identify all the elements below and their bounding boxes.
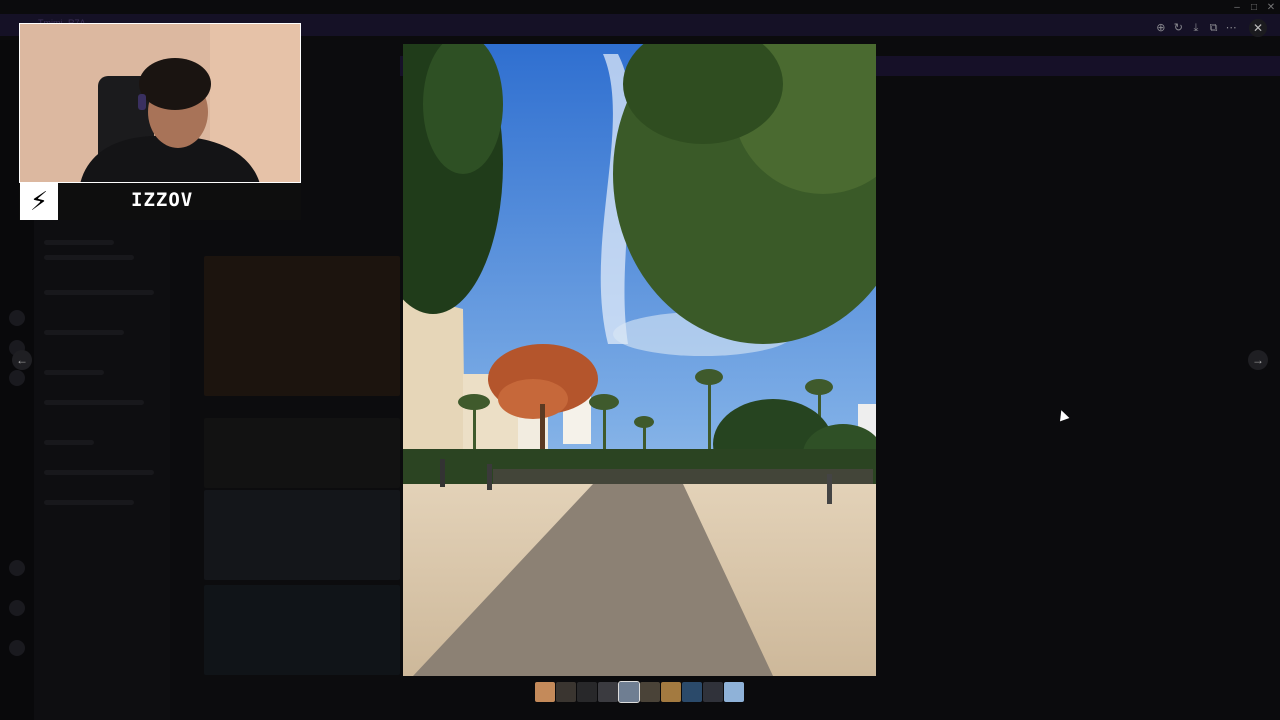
streamer-video <box>20 24 300 182</box>
channel-row <box>44 400 144 405</box>
channel-row <box>44 240 114 245</box>
thumbnail-strip <box>535 681 744 703</box>
window-close-button[interactable]: ✕ <box>1264 2 1278 14</box>
channel-row <box>44 290 154 295</box>
thumbnail[interactable] <box>618 681 640 703</box>
stream-nameplate: ⚡ IZZOV <box>19 183 301 220</box>
channel-row <box>44 330 124 335</box>
webcam-feed <box>19 23 301 183</box>
rotate-icon[interactable]: ↻ <box>1171 21 1185 35</box>
thumbnail[interactable] <box>661 682 681 702</box>
next-image-button[interactable]: → <box>1248 350 1268 370</box>
campus-photo <box>403 44 876 676</box>
thumbnail[interactable] <box>682 682 702 702</box>
chat-media <box>204 418 400 488</box>
chat-media <box>204 585 400 675</box>
more-icon[interactable]: ⋯ <box>1224 21 1238 35</box>
thumbnail[interactable] <box>577 682 597 702</box>
channel-row <box>44 370 104 375</box>
viewer-toolbar: ⊕ ↻ ⤓ ⧉ ⋯ <box>1152 18 1240 38</box>
window-maximize-button[interactable]: □ <box>1247 2 1261 14</box>
main-image[interactable] <box>403 44 876 676</box>
open-external-icon[interactable]: ⧉ <box>1207 21 1221 35</box>
webcam-overlay: ⚡ IZZOV <box>19 23 301 220</box>
channel-row <box>44 255 134 260</box>
thumbnail[interactable] <box>535 682 555 702</box>
thumbnail[interactable] <box>640 682 660 702</box>
chat-media <box>204 490 400 580</box>
server-icon <box>9 370 25 386</box>
server-icon <box>9 310 25 326</box>
channel-row <box>44 470 154 475</box>
thumbnail[interactable] <box>598 682 618 702</box>
previous-image-button[interactable]: ← <box>12 350 32 370</box>
thumbnail[interactable] <box>724 682 744 702</box>
lightning-icon: ⚡ <box>20 183 58 220</box>
chat-media <box>204 256 400 396</box>
window-minimize-button[interactable]: – <box>1230 2 1244 14</box>
server-icon <box>9 560 25 576</box>
channel-row <box>44 500 134 505</box>
server-icon <box>9 600 25 616</box>
server-icon <box>9 640 25 656</box>
zoom-icon[interactable]: ⊕ <box>1154 21 1168 35</box>
viewer-close-button[interactable]: ✕ <box>1249 19 1267 37</box>
channel-row <box>44 440 94 445</box>
download-icon[interactable]: ⤓ <box>1189 21 1203 35</box>
streamer-name: IZZOV <box>131 189 194 211</box>
thumbnail[interactable] <box>556 682 576 702</box>
thumbnail[interactable] <box>703 682 723 702</box>
